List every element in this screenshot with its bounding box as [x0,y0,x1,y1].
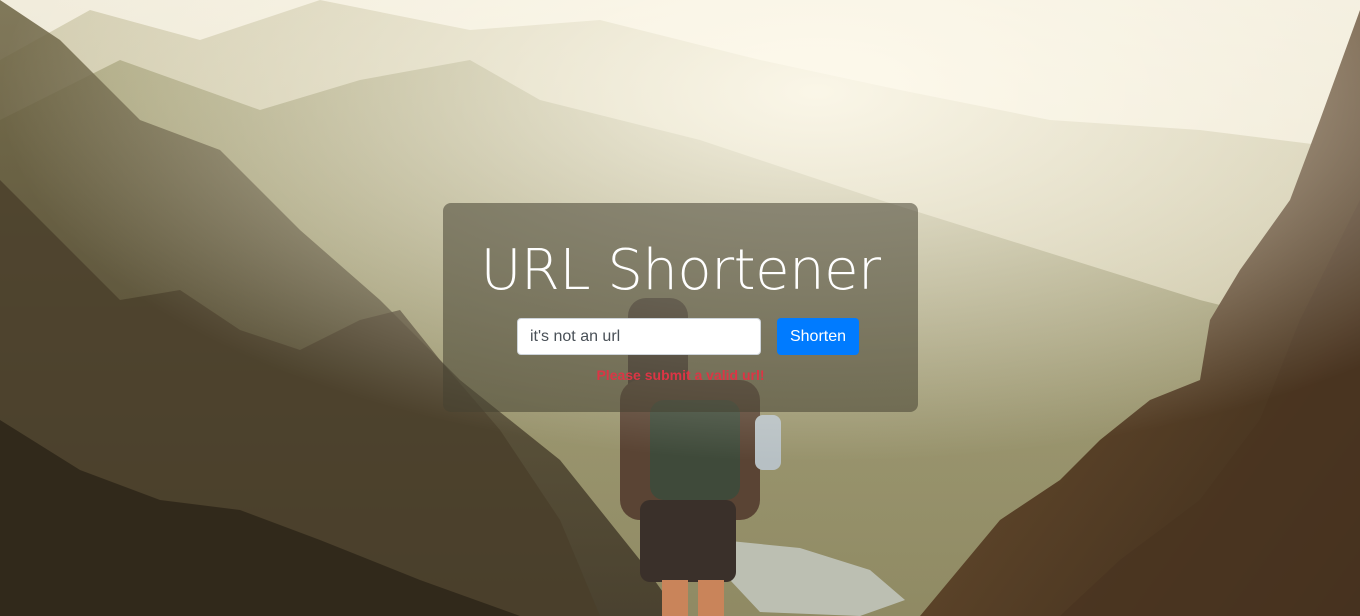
page-title: URL Shortener [480,238,881,303]
shortener-panel: URL Shortener Shorten Please submit a va… [443,203,918,412]
shorten-button[interactable]: Shorten [777,318,859,355]
url-input[interactable] [517,318,761,355]
error-message: Please submit a valid url! [596,367,765,383]
